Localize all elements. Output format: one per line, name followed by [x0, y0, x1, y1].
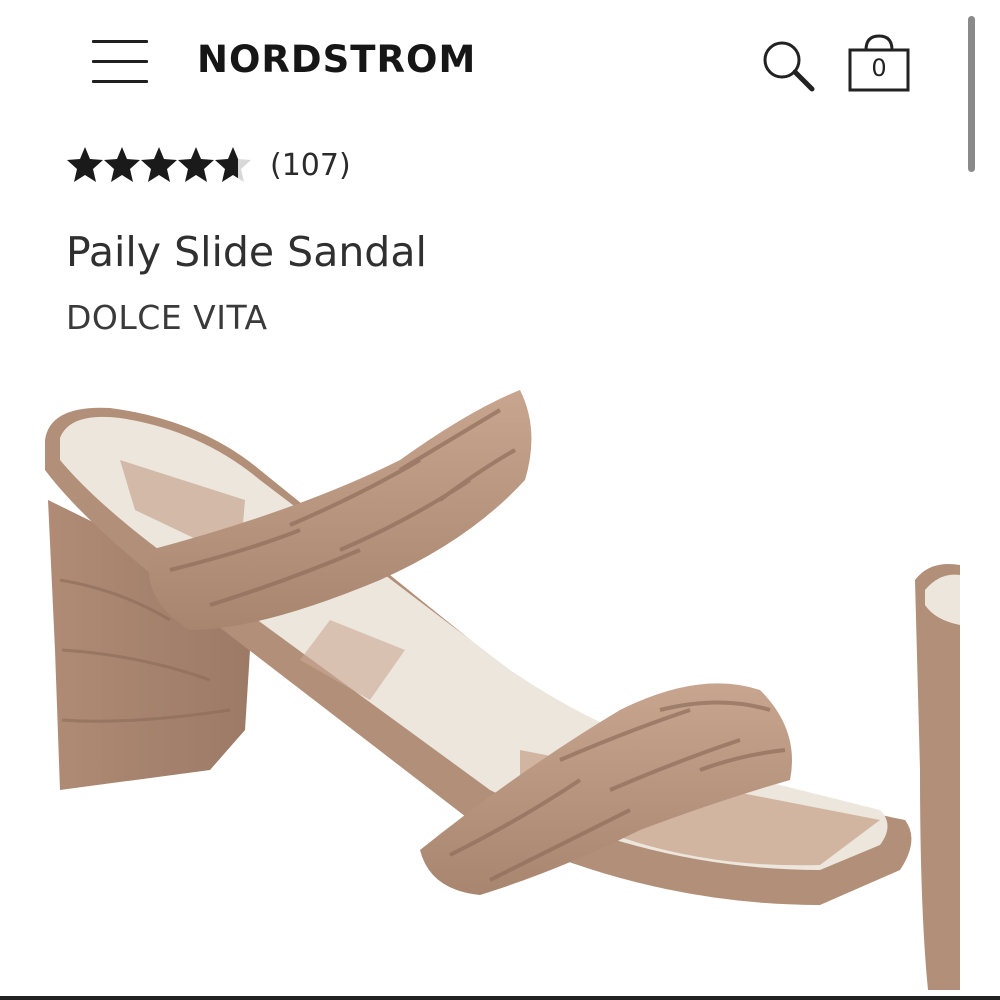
search-icon — [763, 41, 815, 92]
top-header: NORDSTROM 0 — [0, 0, 1000, 172]
scrollbar[interactable] — [968, 16, 975, 172]
second-sandal-partial — [915, 564, 960, 990]
product-brand[interactable]: DOLCE VITA — [66, 298, 268, 337]
bottom-divider — [0, 996, 1000, 1000]
star-icon — [104, 147, 140, 182]
brand-logo[interactable]: NORDSTROM — [197, 38, 476, 81]
shopping-bag-button[interactable]: 0 — [846, 30, 912, 96]
menu-button[interactable] — [92, 40, 148, 84]
star-icon — [67, 147, 103, 182]
star-icon — [141, 147, 177, 182]
product-image[interactable] — [0, 350, 1000, 1000]
search-button[interactable] — [760, 38, 818, 96]
star-icon — [178, 147, 214, 182]
bag-count: 0 — [871, 54, 887, 82]
product-title: Paily Slide Sandal — [66, 228, 427, 276]
rating-stars — [67, 147, 251, 182]
product-rating[interactable]: (107) — [66, 142, 351, 188]
review-count[interactable]: (107) — [270, 148, 351, 183]
